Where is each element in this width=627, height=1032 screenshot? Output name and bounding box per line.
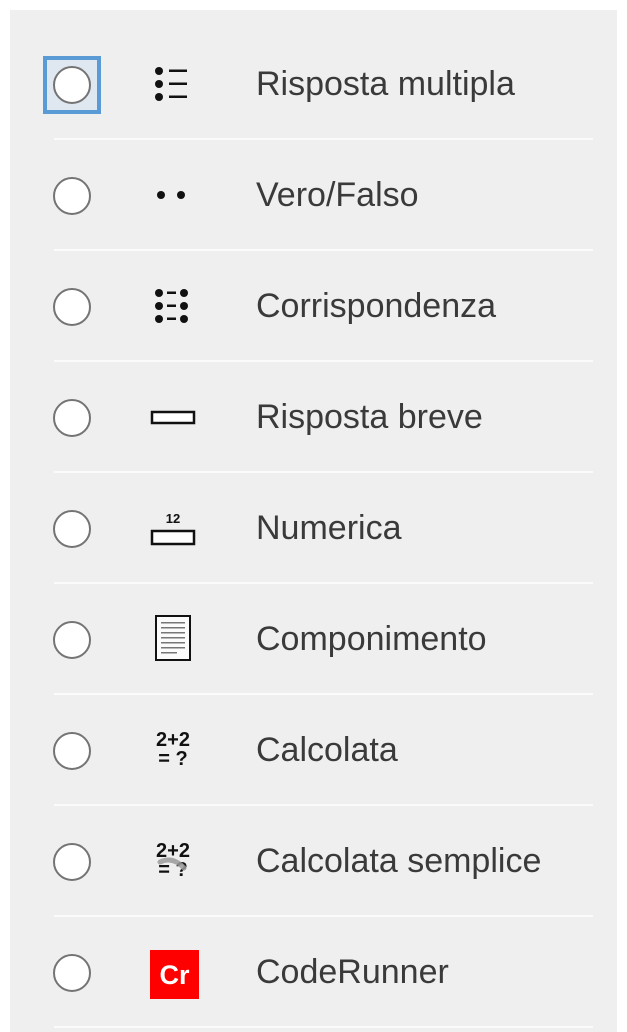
list-item-label: Calcolata: [256, 731, 398, 769]
true-false-icon: [144, 176, 202, 218]
radio-button[interactable]: [53, 621, 91, 659]
radio-wrap[interactable]: [43, 167, 101, 225]
calculated-icon: 2+2 = ?: [144, 729, 202, 773]
radio-button[interactable]: [53, 732, 91, 770]
list-item-multiple-choice[interactable]: Risposta multipla: [10, 29, 617, 140]
list-item-calculated[interactable]: 2+2 = ? Calcolata: [10, 695, 617, 806]
list-item-essay[interactable]: Componimento: [10, 584, 617, 695]
numerical-icon-text: 12: [166, 511, 180, 526]
list-item-label: Risposta multipla: [256, 65, 515, 103]
list-item-label: Calcolata semplice: [256, 842, 542, 880]
radio-wrap[interactable]: [43, 944, 101, 1002]
radio-button[interactable]: [53, 66, 91, 104]
list-item-label: Vero/Falso: [256, 176, 419, 214]
coderunner-icon-text: Cr: [159, 960, 189, 990]
list-item-true-false[interactable]: Vero/Falso: [10, 140, 617, 251]
calculated-simple-icon: 2+2 = ?: [144, 840, 202, 884]
list-item-numerical[interactable]: 12 Numerica: [10, 473, 617, 584]
list-item-label: Numerica: [256, 509, 402, 547]
radio-button[interactable]: [53, 399, 91, 437]
short-answer-icon: [144, 398, 202, 440]
radio-button[interactable]: [53, 843, 91, 881]
list-item-label: Componimento: [256, 620, 487, 658]
radio-wrap[interactable]: [43, 611, 101, 669]
calculated-icon-bottom: = ?: [158, 748, 187, 770]
essay-icon: [144, 615, 202, 662]
question-type-list: Risposta multipla Vero/Falso Corrisponde…: [10, 29, 617, 1028]
list-item-label: CodeRunner: [256, 953, 449, 991]
radio-wrap[interactable]: [43, 722, 101, 780]
list-item-short-answer[interactable]: Risposta breve: [10, 362, 617, 473]
coderunner-icon: Cr: [150, 950, 199, 999]
numerical-icon: 12: [144, 509, 202, 551]
radio-focus-ring[interactable]: [43, 56, 101, 114]
radio-button[interactable]: [53, 954, 91, 992]
matching-icon: [144, 287, 202, 329]
radio-button[interactable]: [53, 177, 91, 215]
radio-wrap[interactable]: [43, 833, 101, 891]
radio-wrap[interactable]: [43, 389, 101, 447]
list-item-label: Corrispondenza: [256, 287, 497, 325]
list-item-coderunner[interactable]: Cr CodeRunner: [10, 917, 617, 1028]
radio-wrap[interactable]: [43, 278, 101, 336]
radio-button[interactable]: [53, 510, 91, 548]
list-item-matching[interactable]: Corrispondenza: [10, 251, 617, 362]
multiple-choice-icon: [144, 65, 202, 107]
question-type-panel: Risposta multipla Vero/Falso Corrisponde…: [10, 10, 617, 1032]
list-item-calculated-simple[interactable]: 2+2 = ? Calcolata semplice: [10, 806, 617, 917]
radio-wrap[interactable]: [43, 500, 101, 558]
list-item-label: Risposta breve: [256, 398, 483, 436]
radio-button[interactable]: [53, 288, 91, 326]
